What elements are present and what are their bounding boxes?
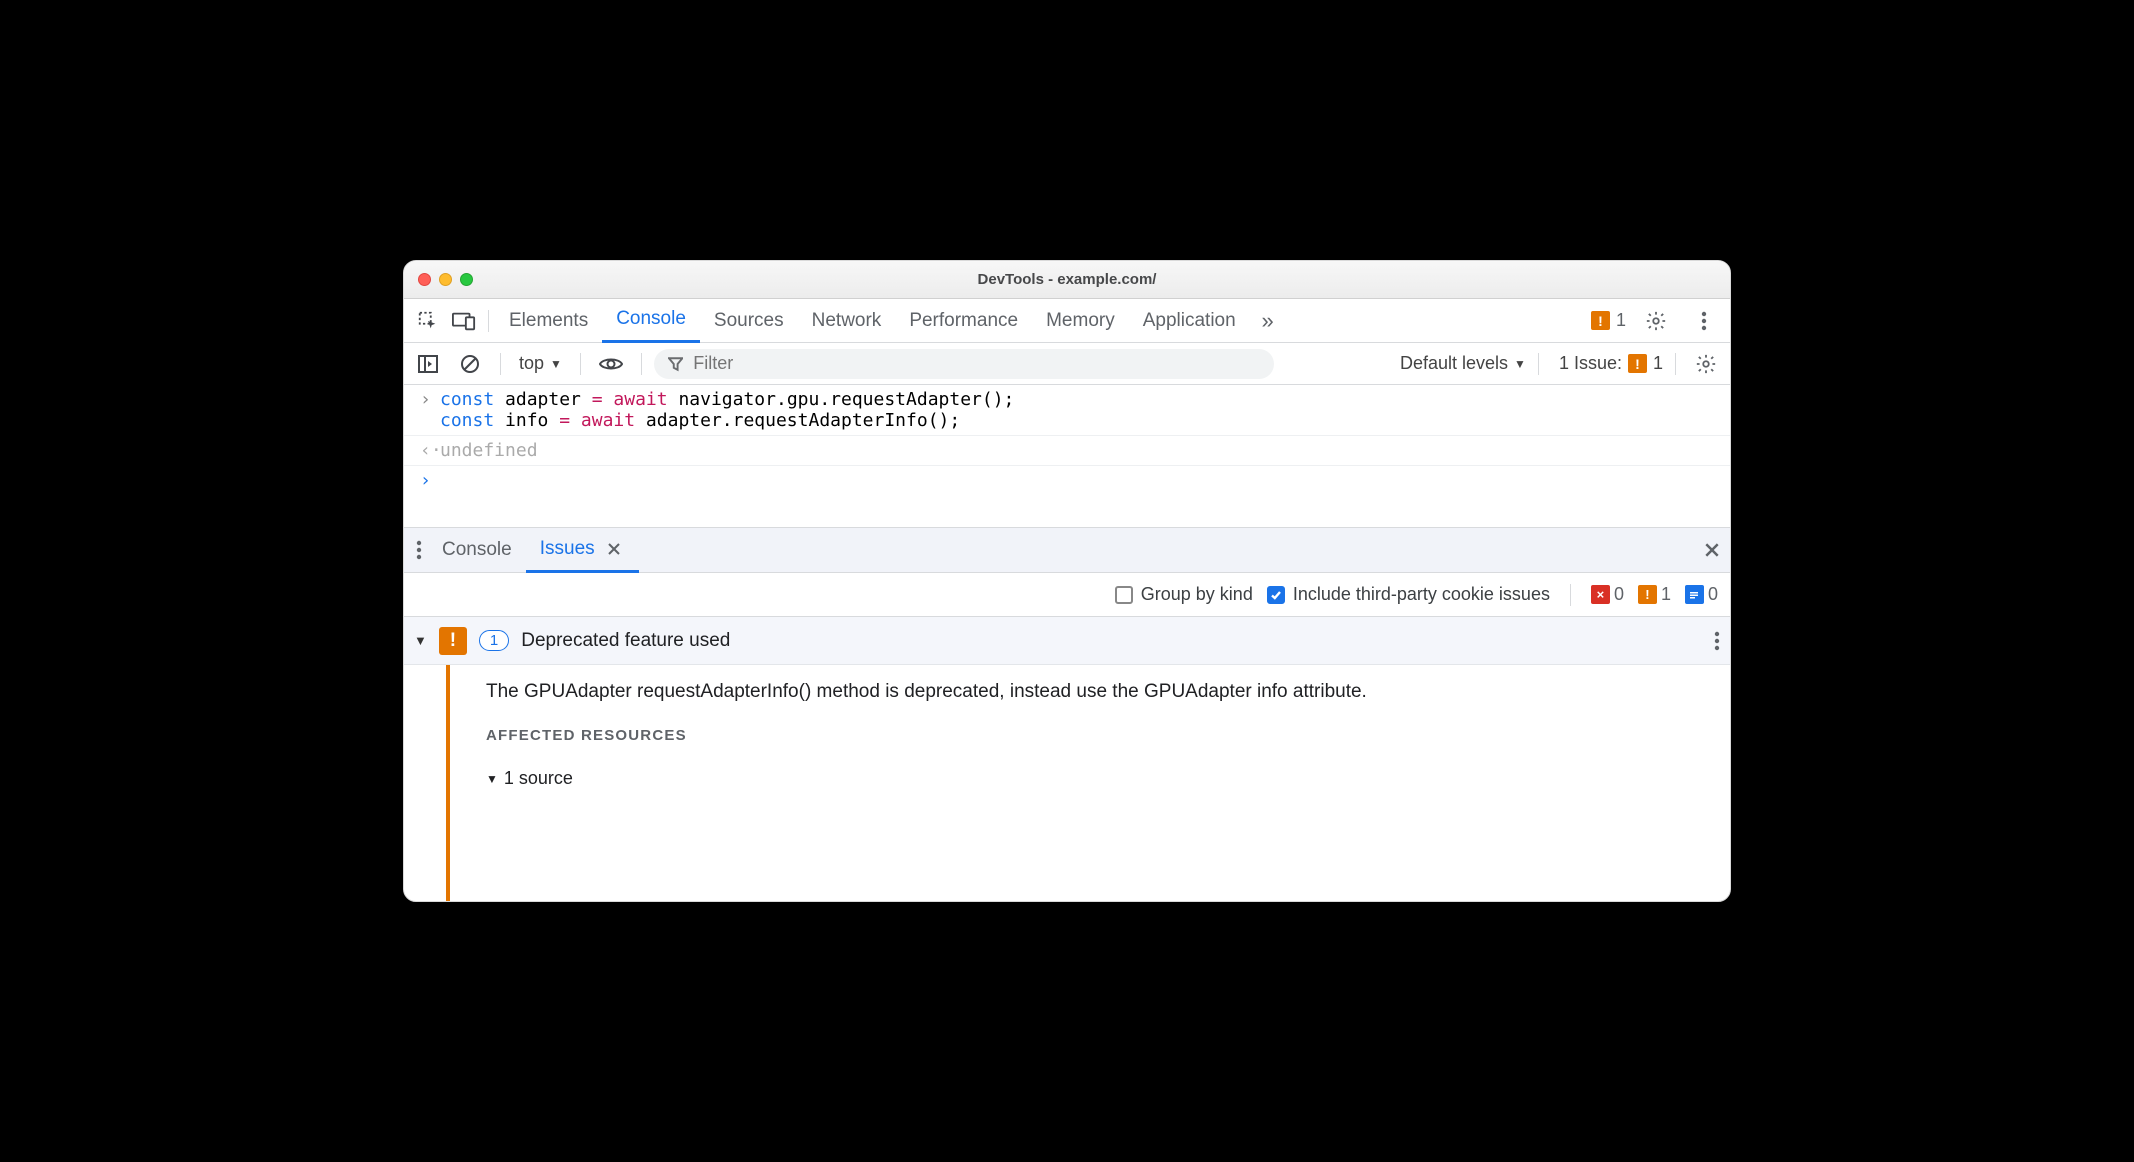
drawer-tab-issues[interactable]: Issues	[526, 527, 639, 573]
filter-box[interactable]	[654, 349, 1274, 379]
console-result: undefined	[440, 440, 538, 461]
console-code-line: const info = await adapter.requestAdapte…	[440, 410, 1014, 431]
inspect-element-icon[interactable]	[410, 303, 446, 339]
device-toolbar-icon[interactable]	[446, 303, 482, 339]
separator	[641, 353, 642, 375]
console-code-line: const adapter = await navigator.gpu.requ…	[440, 389, 1014, 410]
devtools-window: DevTools - example.com/ Elements Console…	[403, 260, 1731, 902]
drawer-tabbar: Console Issues	[404, 527, 1730, 573]
issue-count-pill: 1	[479, 630, 509, 651]
console-settings-gear-icon[interactable]	[1688, 346, 1724, 382]
error-count[interactable]: × 0	[1591, 584, 1624, 605]
warning-badge-icon: !	[1628, 354, 1647, 373]
live-expression-eye-icon[interactable]	[593, 346, 629, 382]
separator	[580, 353, 581, 375]
main-toolbar: Elements Console Sources Network Perform…	[404, 299, 1730, 343]
input-prompt-icon: ›	[420, 389, 440, 410]
tab-elements[interactable]: Elements	[495, 299, 602, 343]
close-tab-icon[interactable]	[603, 538, 625, 560]
sources-summary[interactable]: ▼ 1 source	[486, 768, 1367, 789]
issue-row-header[interactable]: ▼ ! 1 Deprecated feature used	[404, 617, 1730, 665]
issue-detail: The GPUAdapter requestAdapterInfo() meth…	[404, 665, 1730, 901]
log-levels-selector[interactable]: Default levels ▼	[1400, 353, 1526, 374]
disclosure-triangle-icon: ▼	[414, 633, 427, 648]
checkbox-icon	[1115, 586, 1133, 604]
separator	[1538, 353, 1539, 375]
issue-kebab-icon[interactable]	[1714, 631, 1720, 651]
issue-title: Deprecated feature used	[521, 630, 730, 652]
result-arrow-icon: ‹·	[420, 440, 440, 461]
toggle-sidebar-icon[interactable]	[410, 346, 446, 382]
drawer-tab-console[interactable]: Console	[428, 527, 526, 573]
kebab-menu-icon[interactable]	[1686, 303, 1722, 339]
console-body: › const adapter = await navigator.gpu.re…	[404, 385, 1730, 527]
separator	[488, 310, 489, 332]
drawer-kebab-icon[interactable]	[410, 540, 428, 560]
tab-network[interactable]: Network	[798, 299, 896, 343]
include-third-party-checkbox[interactable]: Include third-party cookie issues	[1267, 584, 1550, 605]
window-title: DevTools - example.com/	[404, 271, 1730, 288]
console-input-row[interactable]: › const adapter = await navigator.gpu.re…	[404, 385, 1730, 435]
prompt-icon: ›	[420, 470, 440, 491]
titlebar: DevTools - example.com/	[404, 261, 1730, 299]
warning-square-icon: !	[439, 627, 467, 655]
console-prompt-row[interactable]: ›	[404, 466, 1730, 527]
error-badge-icon: ×	[1591, 585, 1610, 604]
group-by-kind-checkbox[interactable]: Group by kind	[1115, 584, 1253, 605]
issues-filter-bar: Group by kind Include third-party cookie…	[404, 573, 1730, 617]
affected-resources-header: AFFECTED RESOURCES	[486, 727, 1367, 744]
filter-input[interactable]	[691, 352, 1260, 375]
checkbox-checked-icon	[1267, 586, 1285, 604]
minimize-window-button[interactable]	[439, 273, 452, 286]
separator	[1675, 353, 1676, 375]
console-result-row[interactable]: ‹· undefined	[404, 435, 1730, 466]
zoom-window-button[interactable]	[460, 273, 473, 286]
context-selector[interactable]: top ▼	[513, 353, 568, 374]
tab-application[interactable]: Application	[1129, 299, 1250, 343]
issues-link[interactable]: 1 Issue: ! 1	[1559, 353, 1663, 374]
tab-sources[interactable]: Sources	[700, 299, 798, 343]
clear-console-icon[interactable]	[452, 346, 488, 382]
warning-badge-icon: !	[1638, 585, 1657, 604]
close-window-button[interactable]	[418, 273, 431, 286]
close-drawer-icon[interactable]	[1700, 538, 1724, 562]
disclosure-triangle-icon: ▼	[486, 772, 498, 786]
more-tabs-icon[interactable]: »	[1250, 303, 1286, 339]
settings-gear-icon[interactable]	[1638, 303, 1674, 339]
info-badge-icon	[1685, 585, 1704, 604]
toolbar-issue-badge[interactable]: ! 1	[1591, 310, 1626, 331]
warning-count[interactable]: ! 1	[1638, 584, 1671, 605]
chevron-down-icon: ▼	[550, 357, 562, 371]
tab-memory[interactable]: Memory	[1032, 299, 1129, 343]
separator	[500, 353, 501, 375]
separator	[1570, 584, 1571, 606]
tab-performance[interactable]: Performance	[895, 299, 1032, 343]
issue-description: The GPUAdapter requestAdapterInfo() meth…	[486, 681, 1367, 703]
filter-icon	[668, 356, 683, 372]
tab-console[interactable]: Console	[602, 299, 700, 343]
chevron-down-icon: ▼	[1514, 357, 1526, 371]
info-count[interactable]: 0	[1685, 584, 1718, 605]
console-toolbar: top ▼ Default levels ▼ 1 Issue: ! 1	[404, 343, 1730, 385]
warning-badge-icon: !	[1591, 311, 1610, 330]
traffic-lights	[418, 273, 473, 286]
